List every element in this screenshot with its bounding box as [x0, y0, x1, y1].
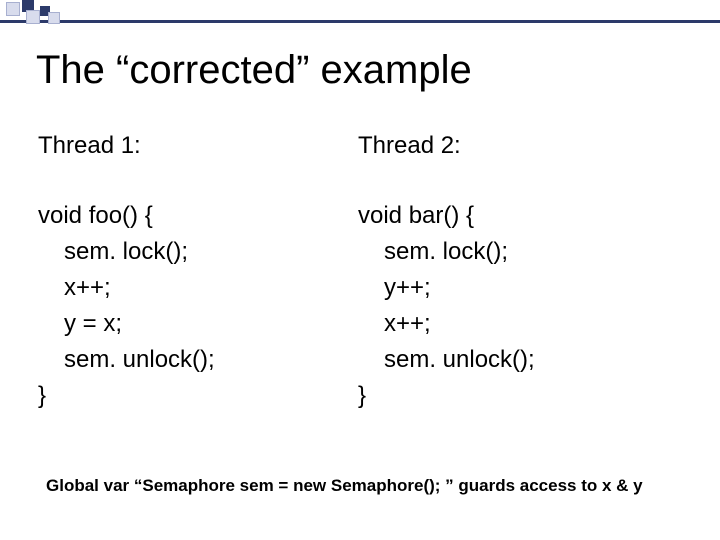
header-decoration	[0, 0, 720, 26]
code-line: y = x;	[38, 306, 338, 342]
code-line: }	[358, 378, 658, 414]
code-line: x++;	[358, 306, 658, 342]
deco-square	[6, 2, 20, 16]
column-thread-1: Thread 1: void foo() { sem. lock(); x++;…	[38, 128, 338, 414]
column-thread-2: Thread 2: void bar() { sem. lock(); y++;…	[358, 128, 658, 414]
header-rule	[0, 20, 720, 23]
code-text: y++;	[358, 270, 431, 306]
slide-title: The “corrected” example	[36, 48, 472, 93]
thread-2-header: Thread 2:	[358, 128, 658, 164]
code-text: sem. unlock();	[38, 342, 215, 378]
deco-square	[48, 12, 60, 24]
slide: The “corrected” example Thread 1: void f…	[0, 0, 720, 540]
code-text: sem. lock();	[38, 234, 188, 270]
code-line: y++;	[358, 270, 658, 306]
code-line: sem. lock();	[38, 234, 338, 270]
code-text: x++;	[38, 270, 111, 306]
code-text: y = x;	[38, 306, 122, 342]
code-line: sem. unlock();	[358, 342, 658, 378]
code-text: sem. unlock();	[358, 342, 535, 378]
footer-note: Global var “Semaphore sem = new Semaphor…	[46, 476, 643, 496]
code-line: sem. lock();	[358, 234, 658, 270]
code-line: sem. unlock();	[38, 342, 338, 378]
code-text: sem. lock();	[358, 234, 508, 270]
code-text: x++;	[358, 306, 431, 342]
deco-square	[26, 10, 40, 24]
code-line: void foo() {	[38, 198, 338, 234]
code-line: x++;	[38, 270, 338, 306]
code-line: void bar() {	[358, 198, 658, 234]
thread-1-header: Thread 1:	[38, 128, 338, 164]
code-line: }	[38, 378, 338, 414]
